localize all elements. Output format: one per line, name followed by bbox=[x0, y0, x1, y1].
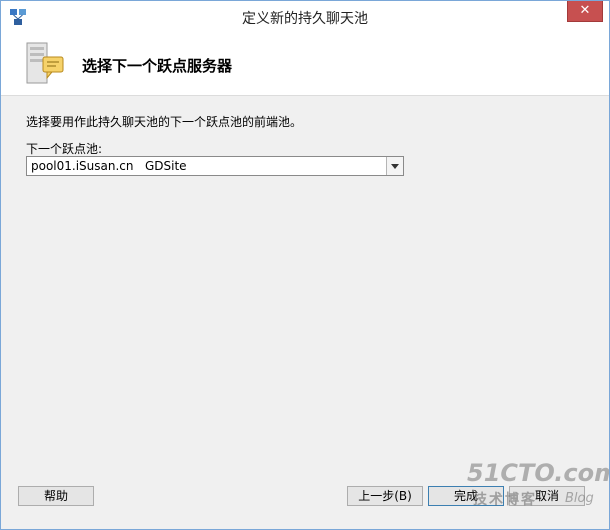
next-hop-pool-label: 下一个跃点池: bbox=[26, 142, 103, 156]
dialog-window: 定义新的持久聊天池 ✕ 选择下一个跃点服务器 选择要用作此持久聊天池的下一个跃点… bbox=[0, 0, 610, 530]
close-icon: ✕ bbox=[579, 3, 591, 18]
page-description: 选择要用作此持久聊天池的下一个跃点池的前端池。 bbox=[26, 115, 303, 129]
dropdown-button[interactable] bbox=[386, 157, 403, 175]
close-button[interactable]: ✕ bbox=[567, 1, 603, 22]
next-hop-pool-value: pool01.iSusan.cn GDSite bbox=[31, 159, 187, 173]
finish-button[interactable]: 完成 bbox=[428, 486, 504, 506]
watermark-logo-text: 51CTO.com bbox=[467, 459, 610, 487]
cancel-button[interactable]: 取消 bbox=[509, 486, 585, 506]
next-hop-pool-select[interactable]: pool01.iSusan.cn GDSite bbox=[26, 156, 404, 176]
chevron-down-icon bbox=[391, 164, 399, 169]
wizard-header: 选择下一个跃点服务器 bbox=[1, 33, 609, 96]
server-chat-icon bbox=[23, 41, 69, 87]
title-bar: 定义新的持久聊天池 ✕ bbox=[1, 1, 609, 33]
page-title: 选择下一个跃点服务器 bbox=[82, 57, 233, 75]
help-button[interactable]: 帮助 bbox=[18, 486, 94, 506]
window-title: 定义新的持久聊天池 bbox=[242, 11, 368, 27]
back-button[interactable]: 上一步(B) bbox=[347, 486, 423, 506]
